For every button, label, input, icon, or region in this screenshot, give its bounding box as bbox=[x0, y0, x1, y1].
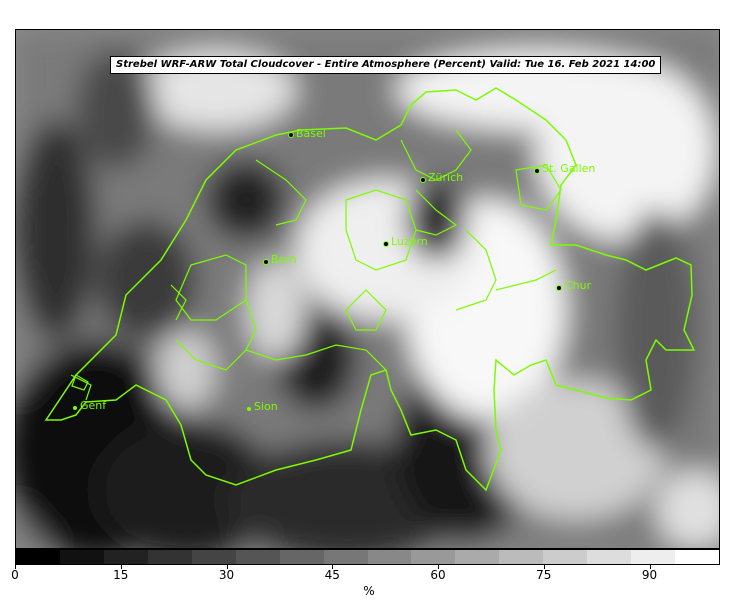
colorbar-unit-label: % bbox=[363, 584, 375, 598]
colorbar-segment bbox=[543, 550, 588, 564]
colorbar-tick-label: 0 bbox=[11, 568, 19, 582]
colorbar-segment bbox=[367, 550, 412, 564]
svg-text:Genf: Genf bbox=[80, 399, 107, 412]
svg-text:Luzern: Luzern bbox=[391, 235, 428, 248]
colorbar-segment bbox=[191, 550, 236, 564]
colorbar-segment bbox=[323, 550, 368, 564]
colorbar-tick-label: 30 bbox=[218, 568, 235, 582]
city-st-gallen: St. Gallen bbox=[534, 162, 595, 175]
colorbar-tick-label: 45 bbox=[324, 568, 340, 582]
colorbar-segment bbox=[587, 550, 632, 564]
svg-text:Zürich: Zürich bbox=[428, 171, 463, 184]
svg-text:Bern: Bern bbox=[271, 253, 297, 266]
colorbar-segment bbox=[631, 550, 676, 564]
cloud-field bbox=[16, 30, 719, 548]
colorbar-tick-label: 15 bbox=[113, 568, 129, 582]
colorbar-segment bbox=[59, 550, 104, 564]
colorbar-segment bbox=[279, 550, 324, 564]
colorbar-segment bbox=[675, 550, 719, 564]
colorbar-tick-label: 60 bbox=[430, 568, 446, 582]
svg-text:Chur: Chur bbox=[565, 279, 592, 292]
svg-text:Sion: Sion bbox=[254, 400, 278, 413]
cloudcover-map: Basel Zürich St. Gallen Luzern Bern Chur… bbox=[16, 30, 719, 548]
colorbar-tick-label: 90 bbox=[641, 568, 658, 582]
colorbar bbox=[15, 549, 720, 565]
city-luzern: Luzern bbox=[383, 235, 428, 248]
colorbar-tick-label: 75 bbox=[536, 568, 552, 582]
colorbar-segment bbox=[147, 550, 192, 564]
map-panel: Basel Zürich St. Gallen Luzern Bern Chur… bbox=[15, 29, 720, 549]
colorbar-segment bbox=[235, 550, 280, 564]
map-title: Strebel WRF-ARW Total Cloudcover - Entir… bbox=[110, 56, 662, 74]
colorbar-segment bbox=[411, 550, 456, 564]
svg-text:St. Gallen: St. Gallen bbox=[542, 162, 595, 175]
colorbar-segment bbox=[16, 550, 60, 564]
colorbar-segment bbox=[103, 550, 148, 564]
svg-text:Basel: Basel bbox=[296, 127, 326, 140]
colorbar-segment bbox=[455, 550, 500, 564]
colorbar-segment bbox=[499, 550, 544, 564]
